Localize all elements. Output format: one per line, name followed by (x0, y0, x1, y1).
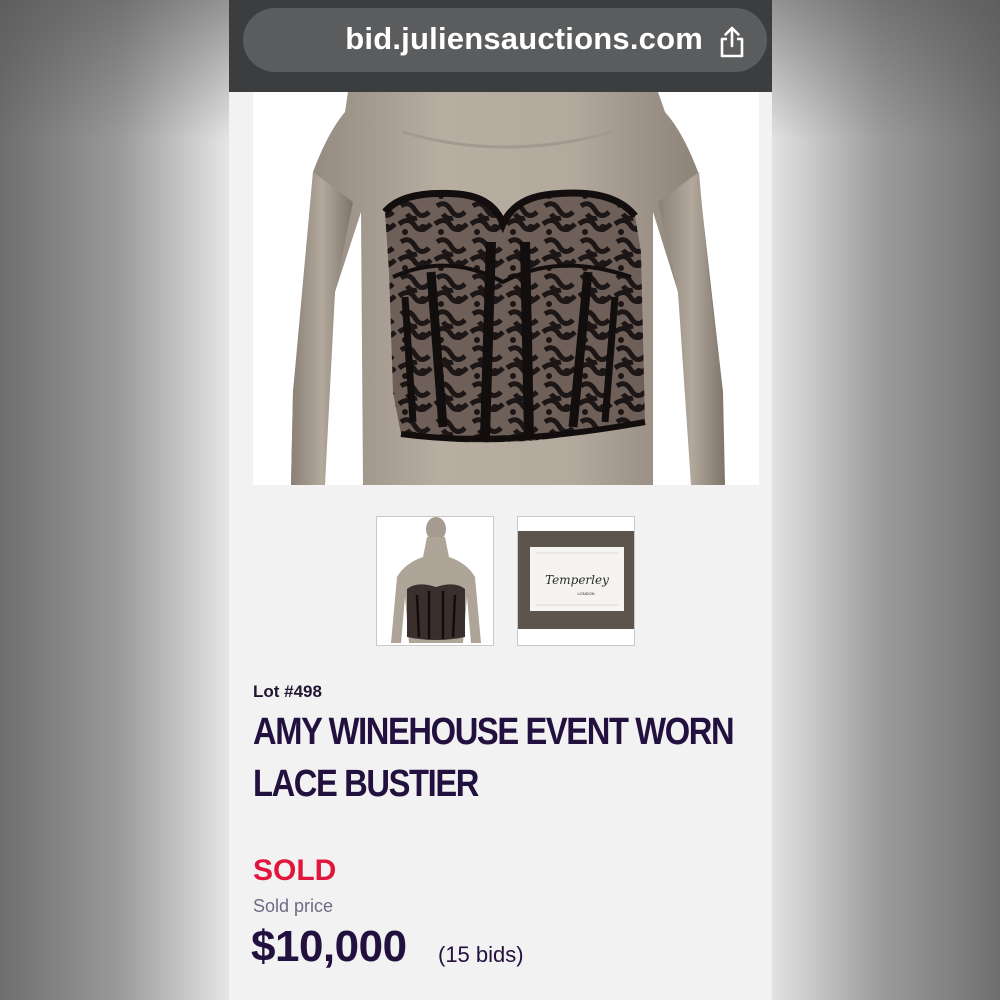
browser-toolbar: bid.juliensauctions.com (229, 0, 772, 92)
sold-status: SOLD (253, 854, 337, 887)
address-bar[interactable]: bid.juliensauctions.com (243, 8, 767, 72)
label-brand-text: Temperley (545, 573, 609, 587)
bustier-thumbnail-image (377, 517, 493, 645)
lot-title: AMY WINEHOUSE EVENT WORN LACE BUSTIER (253, 706, 752, 810)
lot-title-line-2: LACE BUSTIER (253, 763, 479, 805)
sold-price-label: Sold price (253, 896, 334, 916)
phone-screen: bid.juliensauctions.com Temperley LONDON… (229, 0, 772, 1000)
sold-price: $10,000 (251, 922, 407, 971)
lot-title-line-1: AMY WINEHOUSE EVENT WORN (253, 711, 735, 753)
url-text[interactable]: bid.juliensauctions.com (243, 8, 703, 72)
lot-number: Lot #498 (253, 682, 322, 701)
bustier-illustration (291, 92, 725, 485)
bid-count[interactable]: (15 bids) (438, 942, 524, 968)
label-city-text: LONDON (577, 591, 594, 596)
main-product-image[interactable] (253, 92, 759, 485)
share-icon[interactable] (717, 26, 747, 58)
thumbnail-bustier[interactable] (376, 516, 494, 646)
label-thumbnail-image: Temperley LONDON (518, 517, 634, 645)
thumbnail-label[interactable]: Temperley LONDON (517, 516, 635, 646)
